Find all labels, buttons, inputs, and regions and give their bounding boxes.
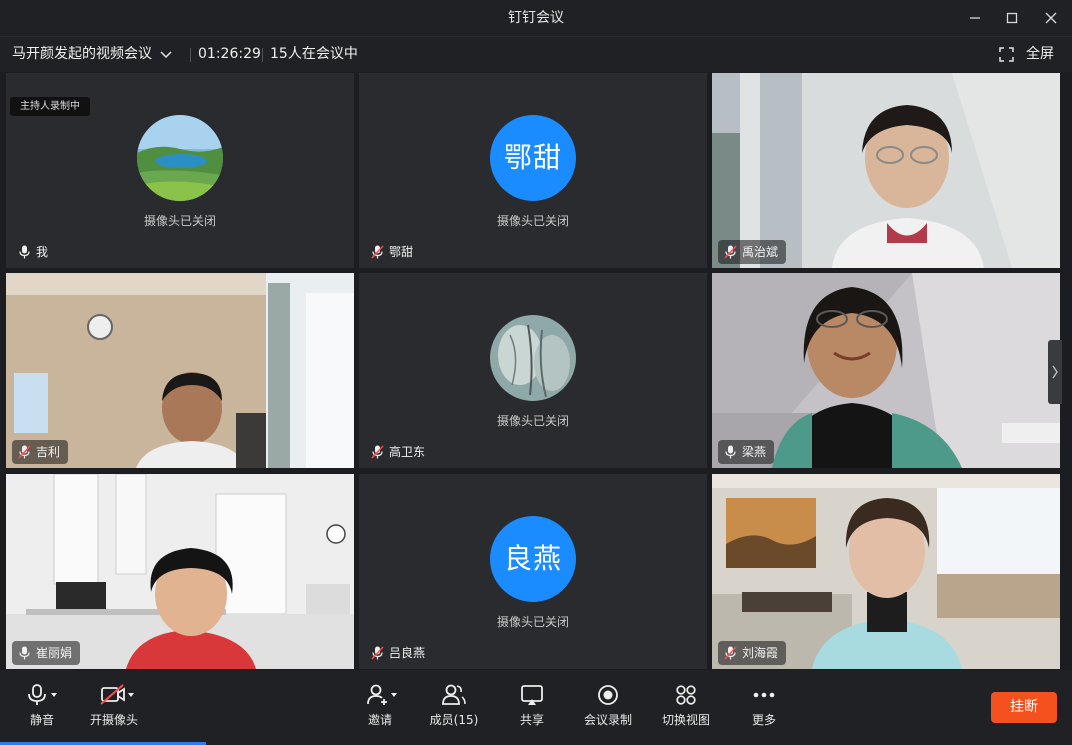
video-grid: 主持人录制中 摄像头已关闭 我 鄂甜 摄像头已关闭 鄂甜 禹治斌 吉利 摄像头已… [6, 73, 1060, 669]
video-feed [6, 474, 354, 669]
camera-off-text: 摄像头已关闭 [496, 214, 569, 228]
share-label: 共享 [519, 713, 544, 727]
participant-name: 鄂甜 [389, 245, 414, 259]
screen-share-icon [521, 685, 543, 705]
invite-label: 邀请 [367, 713, 392, 727]
participant-name: 崔丽娟 [36, 646, 73, 660]
camera-label: 开摄像头 [89, 713, 138, 727]
share-button[interactable]: 共享 [512, 684, 552, 734]
more-icon [753, 692, 775, 698]
camera-off-text: 摄像头已关闭 [496, 414, 569, 428]
microphone-muted-icon [371, 245, 384, 259]
microphone-muted-icon [724, 646, 737, 660]
meeting-toolbar: 静音 开摄像头 邀请 成员(15) 共享 会议录制 切换视图 更多 挂断 [0, 670, 1072, 745]
camera-off-text: 摄像头已关闭 [143, 214, 216, 228]
minimize-icon[interactable] [963, 6, 987, 30]
window-title: 钉钉会议 [508, 10, 564, 26]
participant-tile[interactable]: 刘海霞 [712, 474, 1060, 669]
divider [190, 48, 191, 62]
participant-tile[interactable]: 良燕 摄像头已关闭 吕良燕 [359, 474, 707, 669]
participant-tile[interactable]: 梁燕 [712, 273, 1060, 468]
avatar [137, 115, 223, 201]
participant-name-tag: 高卫东 [365, 440, 433, 464]
participant-name: 吉利 [36, 445, 61, 459]
microphone-icon [19, 646, 30, 660]
members-label: 成员(15) [429, 713, 479, 727]
chevron-down-icon[interactable] [158, 47, 174, 63]
add-user-icon [367, 684, 397, 705]
participant-tile[interactable]: 禹治斌 [712, 73, 1060, 268]
participant-name-tag: 我 [12, 240, 56, 264]
maximize-icon[interactable] [1000, 6, 1024, 30]
fullscreen-icon[interactable] [999, 47, 1014, 62]
participant-name: 吕良燕 [389, 646, 426, 660]
mute-label: 静音 [29, 713, 54, 727]
participant-name-tag: 鄂甜 [365, 240, 421, 264]
camera-button[interactable]: 开摄像头 [88, 684, 140, 734]
fullscreen-button[interactable]: 全屏 [1026, 37, 1054, 72]
meeting-info-bar: 马开颜发起的视频会议 01:26:29 15人在会议中 全屏 [0, 36, 1072, 72]
video-feed [6, 273, 354, 468]
participant-count: 15人在会议中 [270, 46, 358, 62]
switch-view-label: 切换视图 [661, 713, 710, 727]
video-feed [712, 474, 1060, 669]
grid-view-icon [676, 685, 696, 705]
more-label: 更多 [751, 713, 776, 727]
participant-tile[interactable]: 鄂甜 摄像头已关闭 鄂甜 [359, 73, 707, 268]
avatar: 鄂甜 [490, 115, 576, 201]
record-button[interactable]: 会议录制 [582, 684, 634, 734]
participant-name: 高卫东 [389, 445, 426, 459]
microphone-muted-icon [371, 445, 384, 459]
participant-tile[interactable]: 崔丽娟 [6, 474, 354, 669]
meeting-window: 钉钉会议 马开颜发起的视频会议 01:26:29 15人在会议中 全屏 主持人录… [0, 0, 1072, 745]
microphone-muted-icon [724, 245, 737, 259]
participant-tile[interactable]: 吉利 [6, 273, 354, 468]
participant-name-tag: 刘海霞 [718, 641, 787, 665]
participant-name-tag: 禹治斌 [718, 240, 787, 264]
recording-badge: 主持人录制中 [10, 97, 90, 116]
members-icon [442, 684, 466, 705]
next-page-button[interactable] [1048, 340, 1062, 404]
participant-name-tag: 梁燕 [718, 440, 775, 464]
participant-name: 禹治斌 [742, 245, 779, 259]
title-bar: 钉钉会议 [0, 0, 1072, 36]
video-feed [712, 73, 1060, 268]
members-button[interactable]: 成员(15) [428, 684, 480, 734]
participant-name: 刘海霞 [742, 646, 779, 660]
avatar [490, 315, 576, 401]
participant-name-tag: 吉利 [12, 440, 69, 464]
camera-off-text: 摄像头已关闭 [496, 615, 569, 629]
participant-name: 我 [36, 245, 49, 259]
microphone-icon [28, 684, 57, 705]
record-icon [598, 685, 618, 705]
close-icon[interactable] [1039, 6, 1063, 30]
mute-button[interactable]: 静音 [22, 684, 62, 734]
microphone-muted-icon [371, 646, 384, 660]
participant-name-tag: 崔丽娟 [12, 641, 81, 665]
microphone-muted-icon [18, 445, 31, 459]
divider [262, 48, 263, 62]
meeting-name[interactable]: 马开颜发起的视频会议 [12, 37, 152, 72]
switch-view-button[interactable]: 切换视图 [660, 684, 712, 734]
participant-tile[interactable]: 摄像头已关闭 高卫东 [359, 273, 707, 468]
chevron-right-icon [1052, 365, 1058, 379]
more-button[interactable]: 更多 [744, 684, 784, 734]
microphone-icon [725, 445, 736, 459]
participant-name: 梁燕 [742, 445, 767, 459]
avatar: 良燕 [490, 516, 576, 602]
invite-button[interactable]: 邀请 [360, 684, 400, 734]
camera-off-icon [100, 684, 134, 705]
record-label: 会议录制 [583, 713, 632, 727]
participant-name-tag: 吕良燕 [365, 641, 433, 665]
video-feed [712, 273, 1060, 468]
meeting-timer: 01:26:29 [198, 46, 261, 62]
hangup-button[interactable]: 挂断 [991, 692, 1057, 723]
participant-tile[interactable]: 主持人录制中 摄像头已关闭 我 [6, 73, 354, 268]
microphone-icon [19, 245, 30, 259]
